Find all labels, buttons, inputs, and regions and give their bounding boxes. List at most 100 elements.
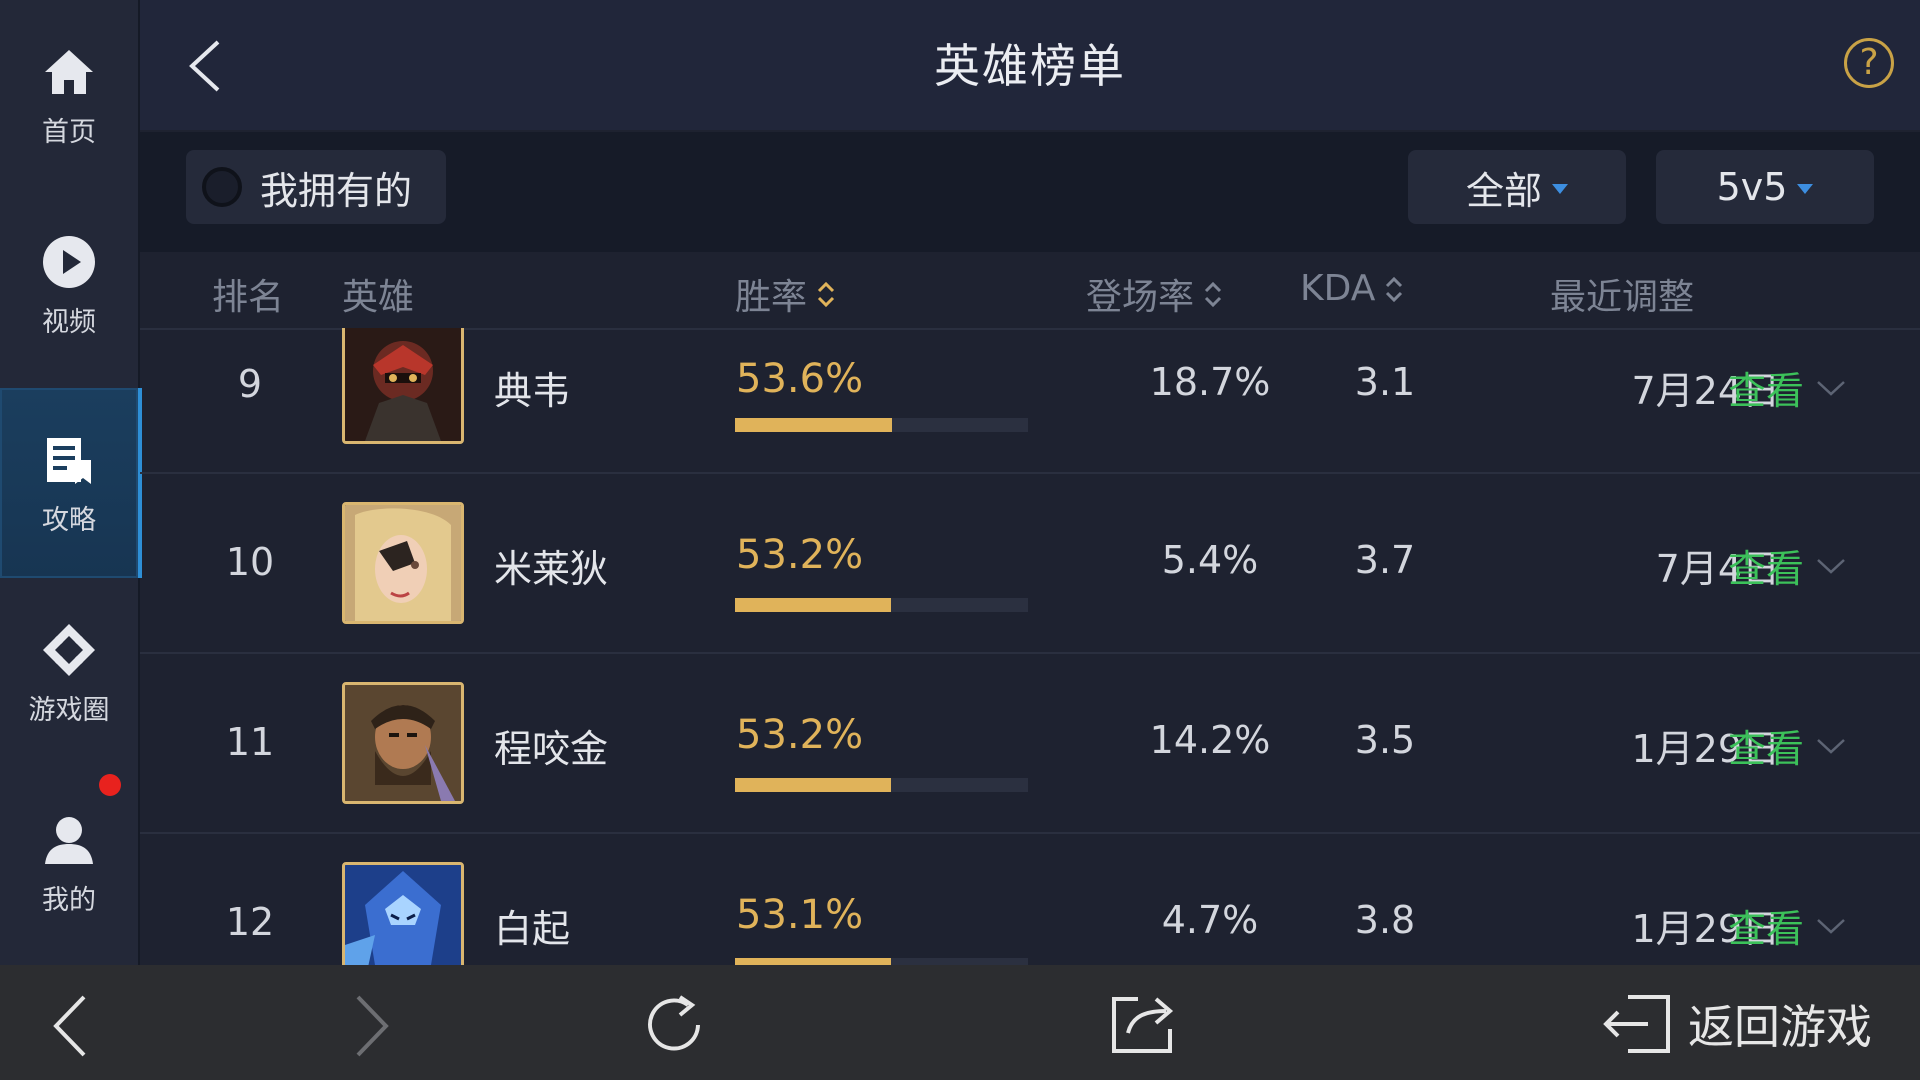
hero-portrait-icon (345, 328, 461, 441)
radio-icon[interactable] (202, 167, 242, 207)
table-row[interactable]: 12 白起 53.1% 4.7% 3.8 1月29日 查看 (140, 834, 1920, 965)
column-rank: 排名 (212, 277, 285, 318)
owned-filter-label: 我拥有的 (260, 168, 413, 213)
column-kda[interactable]: KDA (1300, 268, 1405, 309)
win-rate-bar-fill (735, 418, 892, 432)
column-pick-rate[interactable]: 登场率 (1086, 268, 1224, 320)
kda-value: 3.1 (1354, 360, 1416, 404)
hero-name: 典韦 (494, 369, 571, 413)
row-rank: 12 (225, 900, 275, 944)
category-value: 全部 (1465, 168, 1542, 213)
refresh-icon (648, 995, 700, 1051)
hero-avatar[interactable] (342, 328, 464, 444)
sidebar-item-me[interactable]: 我的 (0, 768, 138, 958)
home-icon (45, 49, 93, 94)
game-circle-icon (43, 623, 95, 676)
win-rate-bar (735, 778, 1028, 792)
kda-value: 3.7 (1354, 538, 1416, 582)
win-rate-bar-fill (735, 598, 891, 612)
pick-rate-value: 18.7% (1149, 360, 1271, 404)
column-hero: 英雄 (342, 277, 415, 318)
owned-filter-toggle[interactable]: 我拥有的 (186, 150, 446, 224)
browser-toolbar: 返回游戏 (0, 965, 1920, 1080)
sidebar-item-label: 攻略 (42, 504, 96, 536)
help-button[interactable]: ? (1844, 38, 1894, 88)
sort-icon (817, 281, 835, 308)
win-rate-bar (735, 958, 1028, 965)
sidebar-item-label: 首页 (42, 116, 96, 148)
mode-value: 5v5 (1716, 165, 1788, 209)
chevron-down-icon (1817, 380, 1845, 396)
sidebar-item-guide[interactable]: 攻略 (0, 388, 142, 578)
sidebar-item-label: 我的 (42, 884, 96, 916)
hero-name: 米莱狄 (494, 547, 609, 591)
kda-value: 3.5 (1354, 718, 1416, 762)
column-kda-label: KDA (1300, 268, 1376, 309)
chevron-down-icon (1817, 558, 1845, 574)
sidebar-item-video[interactable]: 视频 (0, 190, 138, 380)
mode-dropdown[interactable]: 5v5 (1656, 150, 1874, 224)
hero-name: 程咬金 (494, 727, 609, 771)
header: 英雄榜单 ? (140, 0, 1920, 130)
pick-rate-value: 4.7% (1161, 898, 1259, 942)
view-label: 查看 (1728, 727, 1805, 771)
view-details-button[interactable]: 查看 (1728, 360, 1846, 415)
refresh-button[interactable] (638, 989, 710, 1065)
hero-avatar[interactable] (342, 862, 464, 965)
column-win-rate[interactable]: 胜率 (735, 268, 837, 320)
chevron-down-icon (1817, 738, 1845, 754)
win-rate-bar-fill (735, 778, 891, 792)
chevron-right-icon (356, 995, 389, 1057)
sort-icon (1204, 281, 1222, 308)
sidebar-item-label: 视频 (42, 306, 96, 338)
table-header: 排名 英雄 胜率 登场率 KDA 最近调整 (140, 254, 1920, 330)
win-rate-value: 53.6% (736, 356, 864, 402)
win-rate-value: 53.1% (736, 892, 864, 938)
notification-dot (99, 774, 121, 796)
win-rate-value: 53.2% (736, 532, 864, 578)
view-label: 查看 (1728, 369, 1805, 413)
browser-forward-button[interactable] (350, 993, 394, 1063)
table-row[interactable]: 10 米莱狄 53.2% 5.4% 3.7 7月4日 查看 (140, 474, 1920, 654)
win-rate-bar-fill (735, 958, 891, 965)
category-dropdown[interactable]: 全部 (1408, 150, 1626, 224)
hero-name: 白起 (494, 907, 571, 951)
view-details-button[interactable]: 查看 (1728, 538, 1846, 593)
hero-portrait-icon (345, 505, 461, 621)
view-details-button[interactable]: 查看 (1728, 718, 1846, 773)
pick-rate-value: 5.4% (1161, 538, 1259, 582)
row-rank: 10 (225, 540, 275, 584)
caret-down-icon (1552, 184, 1568, 194)
view-label: 查看 (1728, 907, 1805, 951)
chevron-down-icon (1817, 918, 1845, 934)
column-win-rate-label: 胜率 (735, 277, 808, 318)
column-pick-rate-label: 登场率 (1086, 277, 1195, 318)
view-label: 查看 (1728, 547, 1805, 591)
return-to-game-button[interactable]: 返回游戏 (1602, 991, 1872, 1057)
page-title: 英雄榜单 (934, 39, 1126, 93)
column-updated: 最近调整 (1550, 277, 1695, 318)
hero-avatar[interactable] (342, 502, 464, 624)
sidebar-item-game-circle[interactable]: 游戏圈 (0, 578, 138, 768)
share-icon (1112, 997, 1174, 1053)
share-button[interactable] (1108, 989, 1180, 1061)
hero-list: 9 典韦 53.6% 18.7% 3.1 7月24日 查看 10 米莱狄 53.… (140, 328, 1920, 965)
hero-avatar[interactable] (342, 682, 464, 804)
sidebar-item-label: 游戏圈 (28, 694, 110, 726)
caret-down-icon (1797, 184, 1814, 194)
return-to-game-label: 返回游戏 (1688, 1000, 1872, 1054)
view-details-button[interactable]: 查看 (1728, 898, 1846, 953)
user-icon (45, 816, 93, 864)
hero-portrait-icon (345, 865, 461, 965)
filter-bar: 我拥有的 全部 5v5 (140, 132, 1920, 252)
kda-value: 3.8 (1354, 898, 1416, 942)
sidebar: 首页 视频 攻略 游戏圈 我的 (0, 0, 142, 965)
browser-back-button[interactable] (48, 993, 92, 1063)
table-row[interactable]: 9 典韦 53.6% 18.7% 3.1 7月24日 查看 (140, 328, 1920, 474)
guide-icon (47, 437, 91, 484)
exit-icon (1603, 995, 1670, 1053)
pick-rate-value: 14.2% (1149, 718, 1271, 762)
table-row[interactable]: 11 程咬金 53.2% 14.2% 3.5 1月29日 查看 (140, 654, 1920, 834)
sidebar-item-home[interactable]: 首页 (0, 0, 138, 190)
play-icon (43, 235, 95, 288)
